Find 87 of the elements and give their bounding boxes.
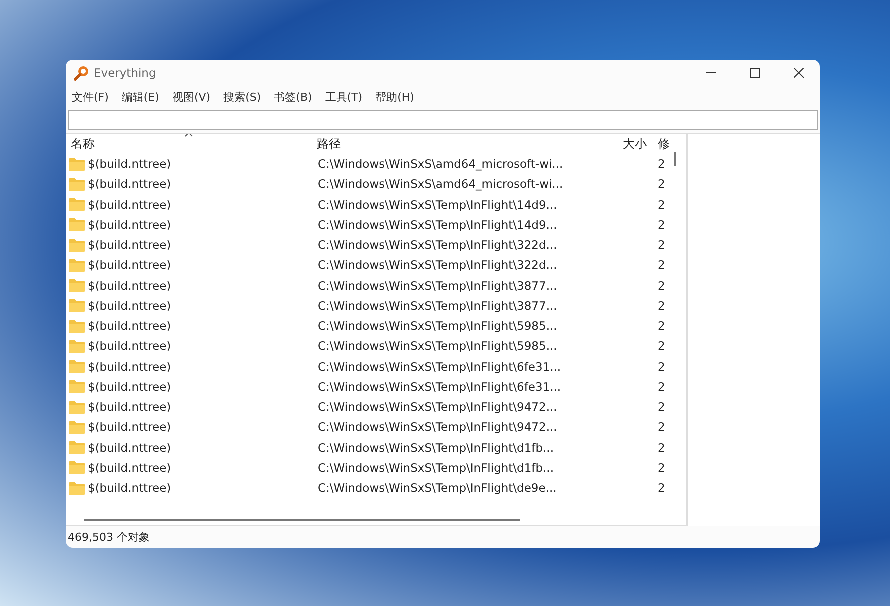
- table-cell: 2: [658, 238, 666, 252]
- folder-icon: [69, 482, 85, 495]
- vertical-scrollbar[interactable]: [674, 152, 676, 166]
- column-header[interactable]: 名称: [71, 136, 95, 152]
- folder-icon: [69, 198, 85, 212]
- table-cell: 2: [658, 298, 666, 313]
- folder-icon: [69, 441, 85, 454]
- column-header[interactable]: 路径: [317, 136, 341, 152]
- window-title: Everything: [94, 66, 156, 80]
- file-name: $(build.nttree): [88, 278, 172, 293]
- file-path: C:\Windows\WinSxS\Temp\InFlight\322d...: [318, 258, 558, 272]
- menu-item[interactable]: 工具(T): [325, 90, 363, 104]
- menu-item[interactable]: 书签(B): [274, 90, 312, 104]
- file-path: C:\Windows\WinSxS\Temp\InFlight\5985...: [318, 339, 558, 354]
- table-cell: 2: [658, 460, 666, 475]
- folder-icon: [69, 400, 85, 414]
- file-path: C:\Windows\WinSxS\Temp\InFlight\14d9...: [318, 218, 558, 232]
- folder-icon: [69, 299, 85, 312]
- folder-icon: [69, 380, 85, 394]
- horizontal-scrollbar[interactable]: [84, 519, 520, 521]
- file-name: $(build.nttree): [88, 319, 172, 334]
- folder-icon: [69, 461, 85, 474]
- table-cell: 2: [658, 198, 666, 212]
- table-cell: 2: [658, 319, 666, 334]
- table-cell: 2: [658, 420, 666, 434]
- column-header[interactable]: 大小: [623, 136, 647, 152]
- table-cell: 2: [658, 218, 666, 232]
- status-text: 469,503 个对象: [67, 530, 151, 546]
- folder-icon: [69, 320, 85, 333]
- magnifier-icon: [74, 65, 90, 81]
- file-name: $(build.nttree): [88, 258, 172, 272]
- maximize-icon[interactable]: [750, 68, 760, 78]
- table-cell: 2: [658, 177, 666, 192]
- search-field[interactable]: [68, 110, 818, 130]
- table-cell: 2: [658, 258, 666, 272]
- menu-item[interactable]: 编辑(E): [122, 90, 160, 104]
- file-name: $(build.nttree): [88, 339, 172, 354]
- folder-icon: [69, 178, 85, 191]
- file-name: $(build.nttree): [88, 157, 172, 172]
- table-cell: 2: [658, 380, 666, 394]
- folder-icon: [69, 420, 85, 434]
- file-path: C:\Windows\WinSxS\Temp\InFlight\3877...: [318, 278, 558, 293]
- file-path: C:\Windows\WinSxS\Temp\InFlight\9472...: [318, 420, 558, 434]
- file-path: C:\Windows\WinSxS\Temp\InFlight\d1fb...: [318, 440, 555, 455]
- menu-item[interactable]: 视图(V): [172, 90, 211, 104]
- file-path: C:\Windows\WinSxS\Temp\InFlight\322d...: [318, 238, 558, 252]
- table-cell: 2: [658, 339, 666, 354]
- menu-item[interactable]: 搜索(S): [224, 90, 262, 104]
- file-name: $(build.nttree): [88, 198, 172, 212]
- menu-item[interactable]: 帮助(H): [376, 90, 414, 104]
- file-path: C:\Windows\WinSxS\Temp\InFlight\3877...: [318, 298, 558, 313]
- column-header[interactable]: 修: [658, 136, 670, 152]
- folder-icon: [69, 340, 85, 353]
- file-path: C:\Windows\WinSxS\Temp\InFlight\6fe31...: [318, 380, 562, 394]
- table-cell: 2: [658, 481, 666, 496]
- file-path: C:\Windows\WinSxS\Temp\InFlight\5985...: [318, 319, 558, 334]
- file-name: $(build.nttree): [88, 481, 172, 496]
- file-path: C:\Windows\WinSxS\amd64_microsoft-wi...: [318, 177, 564, 192]
- file-name: $(build.nttree): [88, 218, 172, 232]
- file-path: C:\Windows\WinSxS\Temp\InFlight\d1fb...: [318, 460, 555, 475]
- file-path: C:\Windows\WinSxS\Temp\InFlight\14d9...: [318, 198, 558, 212]
- file-path: C:\Windows\WinSxS\Temp\InFlight\9472...: [318, 400, 558, 414]
- close-icon[interactable]: [794, 68, 804, 78]
- file-path: C:\Windows\WinSxS\amd64_microsoft-wi...: [318, 157, 564, 172]
- folder-icon: [69, 258, 85, 272]
- file-name: $(build.nttree): [88, 460, 172, 475]
- table-cell: 2: [658, 400, 666, 414]
- file-name: $(build.nttree): [88, 360, 172, 374]
- folder-icon: [69, 238, 85, 252]
- file-path: C:\Windows\WinSxS\Temp\InFlight\de9e...: [318, 481, 558, 496]
- table-cell: 2: [658, 440, 666, 455]
- table-cell: 2: [658, 360, 666, 374]
- folder-icon: [69, 279, 85, 292]
- file-name: $(build.nttree): [88, 440, 172, 455]
- table-cell: 2: [658, 157, 666, 172]
- file-name: $(build.nttree): [88, 238, 172, 252]
- file-name: $(build.nttree): [88, 298, 172, 313]
- folder-icon: [69, 360, 85, 374]
- file-name: $(build.nttree): [88, 380, 172, 394]
- file-name: $(build.nttree): [88, 400, 172, 414]
- folder-icon: [69, 218, 85, 232]
- folder-icon: [69, 158, 85, 171]
- file-path: C:\Windows\WinSxS\Temp\InFlight\6fe31...: [318, 360, 562, 374]
- menu-item[interactable]: 文件(F): [72, 90, 109, 104]
- file-name: $(build.nttree): [88, 177, 172, 192]
- table-cell: 2: [658, 278, 666, 293]
- file-name: $(build.nttree): [88, 420, 172, 434]
